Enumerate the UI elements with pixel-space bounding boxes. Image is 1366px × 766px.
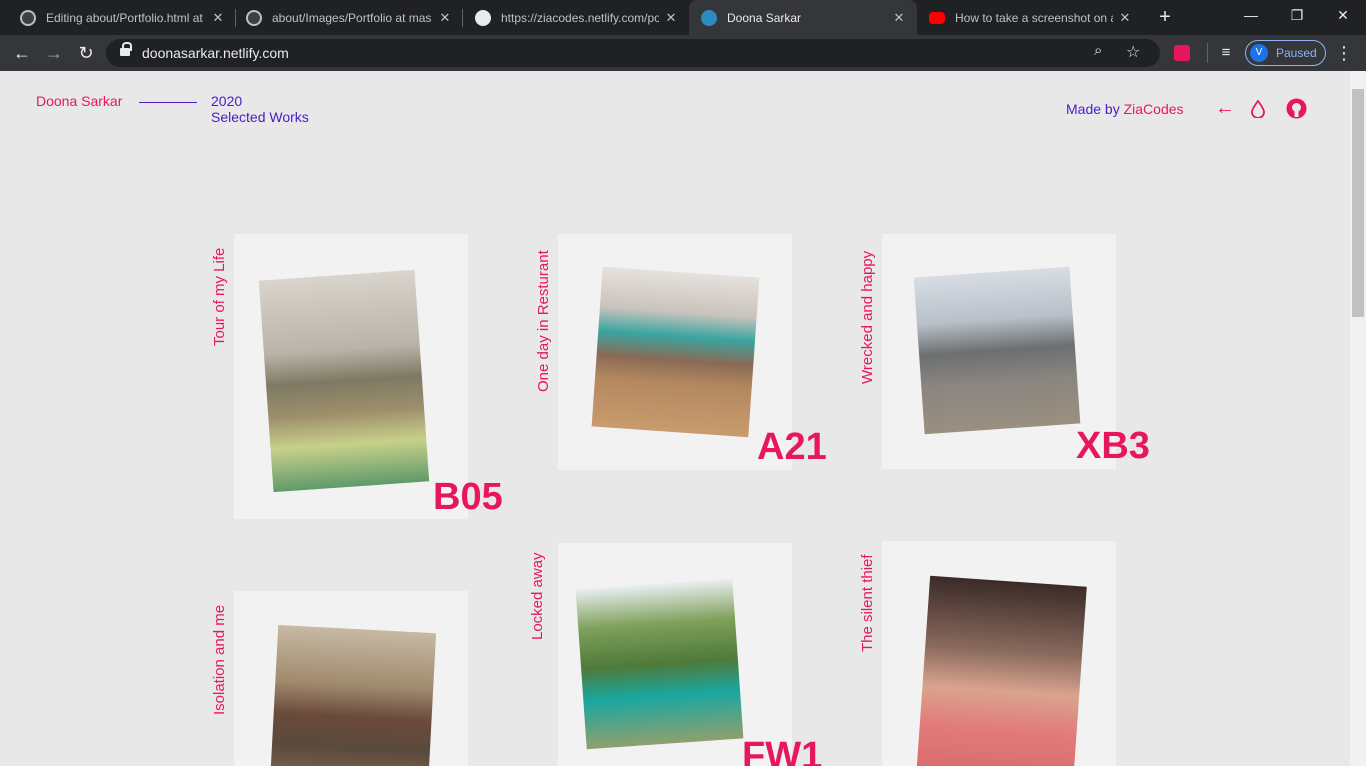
tab-doona-sarkar[interactable]: Doona Sarkar ✕: [689, 0, 917, 35]
close-tab-icon[interactable]: ✕: [891, 10, 907, 26]
work-photo-xb3[interactable]: [913, 266, 1081, 435]
header-caption: 2020 Selected Works: [211, 93, 309, 125]
work-title-isolation-and-me: Isolation and me: [211, 604, 228, 715]
tab-strip: Editing about/Portfolio.html at ✕ about/…: [0, 0, 1366, 35]
work-title-tour-of-my-life: Tour of my Life: [211, 247, 228, 346]
url-text: doonasarkar.netlify.com: [142, 45, 289, 61]
close-tab-icon[interactable]: ✕: [663, 10, 679, 26]
tab-youtube[interactable]: How to take a screenshot on a ✕: [917, 0, 1143, 35]
work-code-xb3: XB3: [1076, 425, 1150, 467]
tab-title: about/Images/Portfolio at mas: [272, 10, 432, 25]
globe-icon: [475, 9, 491, 26]
lock-icon: [120, 42, 132, 59]
subtitle-label: Selected Works: [211, 109, 309, 125]
github-icon: [246, 9, 262, 26]
extension-icon[interactable]: [1174, 45, 1190, 61]
github-icon[interactable]: [1286, 98, 1307, 119]
work-code-b05: B05: [433, 476, 503, 518]
drop-icon[interactable]: [1251, 100, 1265, 118]
work-title-locked-away: Locked away: [529, 552, 546, 640]
close-tab-icon[interactable]: ✕: [437, 10, 453, 26]
youtube-icon: [929, 11, 945, 24]
work-title-one-day-in-resturant: One day in Resturant: [535, 250, 552, 392]
github-icon: [20, 9, 36, 26]
restore-button[interactable]: ❐: [1274, 0, 1320, 32]
work-photo-silent-thief[interactable]: [916, 575, 1087, 766]
profile-status: Paused: [1276, 46, 1317, 60]
new-tab-button[interactable]: +: [1152, 4, 1178, 30]
back-arrow-icon[interactable]: ←: [1215, 97, 1235, 120]
avatar: V: [1250, 44, 1268, 62]
work-photo-fw1[interactable]: [575, 578, 744, 750]
media-queue-icon[interactable]: ≡: [1212, 39, 1240, 67]
back-icon[interactable]: ←: [8, 39, 36, 67]
work-photo-b05[interactable]: [258, 269, 430, 493]
made-by-prefix: Made by: [1066, 101, 1120, 117]
tab-ziacodes[interactable]: https://ziacodes.netlify.com/po ✕: [463, 0, 689, 35]
work-photo-isolation[interactable]: [269, 624, 437, 766]
close-tab-icon[interactable]: ✕: [1117, 10, 1133, 26]
zoom-search-icon[interactable]: ⌕: [1094, 42, 1102, 59]
close-tab-icon[interactable]: ✕: [210, 10, 226, 26]
close-window-button[interactable]: ✕: [1320, 0, 1366, 32]
made-by-link[interactable]: ZiaCodes: [1124, 101, 1184, 117]
year-label: 2020: [211, 93, 243, 109]
work-photo-a21[interactable]: [591, 266, 760, 438]
minimize-button[interactable]: —: [1228, 0, 1274, 32]
forward-icon[interactable]: →: [40, 39, 68, 67]
address-bar[interactable]: doonasarkar.netlify.com ⌕ ☆: [106, 39, 1160, 67]
tab-title: How to take a screenshot on a: [955, 10, 1113, 25]
brand-link[interactable]: Doona Sarkar: [36, 93, 122, 109]
bookmark-star-icon[interactable]: ☆: [1126, 42, 1140, 62]
header-divider: [139, 102, 197, 103]
work-code-a21: A21: [757, 426, 827, 468]
tab-github-images[interactable]: about/Images/Portfolio at mas ✕: [236, 0, 463, 35]
profile-button[interactable]: V Paused: [1245, 40, 1326, 66]
work-code-fw1: FW1: [742, 735, 823, 766]
scrollbar-thumb[interactable]: [1352, 89, 1364, 317]
work-title-the-silent-thief: The silent thief: [859, 554, 876, 652]
made-by: Made by ZiaCodes: [1066, 101, 1184, 117]
tab-github-editing[interactable]: Editing about/Portfolio.html at ✕: [0, 0, 236, 35]
tab-title: https://ziacodes.netlify.com/po: [501, 10, 659, 25]
page-viewport: Doona Sarkar 2020 Selected Works Made by…: [0, 71, 1350, 766]
tab-title: Doona Sarkar: [727, 10, 802, 25]
reload-icon[interactable]: ↻: [72, 39, 100, 67]
toolbar-divider: [1207, 43, 1208, 63]
browser-toolbar: ← → ↻ doonasarkar.netlify.com ⌕ ☆ ≡ V Pa…: [0, 35, 1366, 71]
tab-title: Editing about/Portfolio.html at: [46, 10, 203, 25]
work-title-wrecked-and-happy: Wrecked and happy: [859, 250, 876, 384]
page-scrollbar[interactable]: [1350, 71, 1366, 766]
netlify-drop-icon: [701, 9, 717, 26]
menu-kebab-icon[interactable]: ⋮: [1330, 39, 1358, 67]
